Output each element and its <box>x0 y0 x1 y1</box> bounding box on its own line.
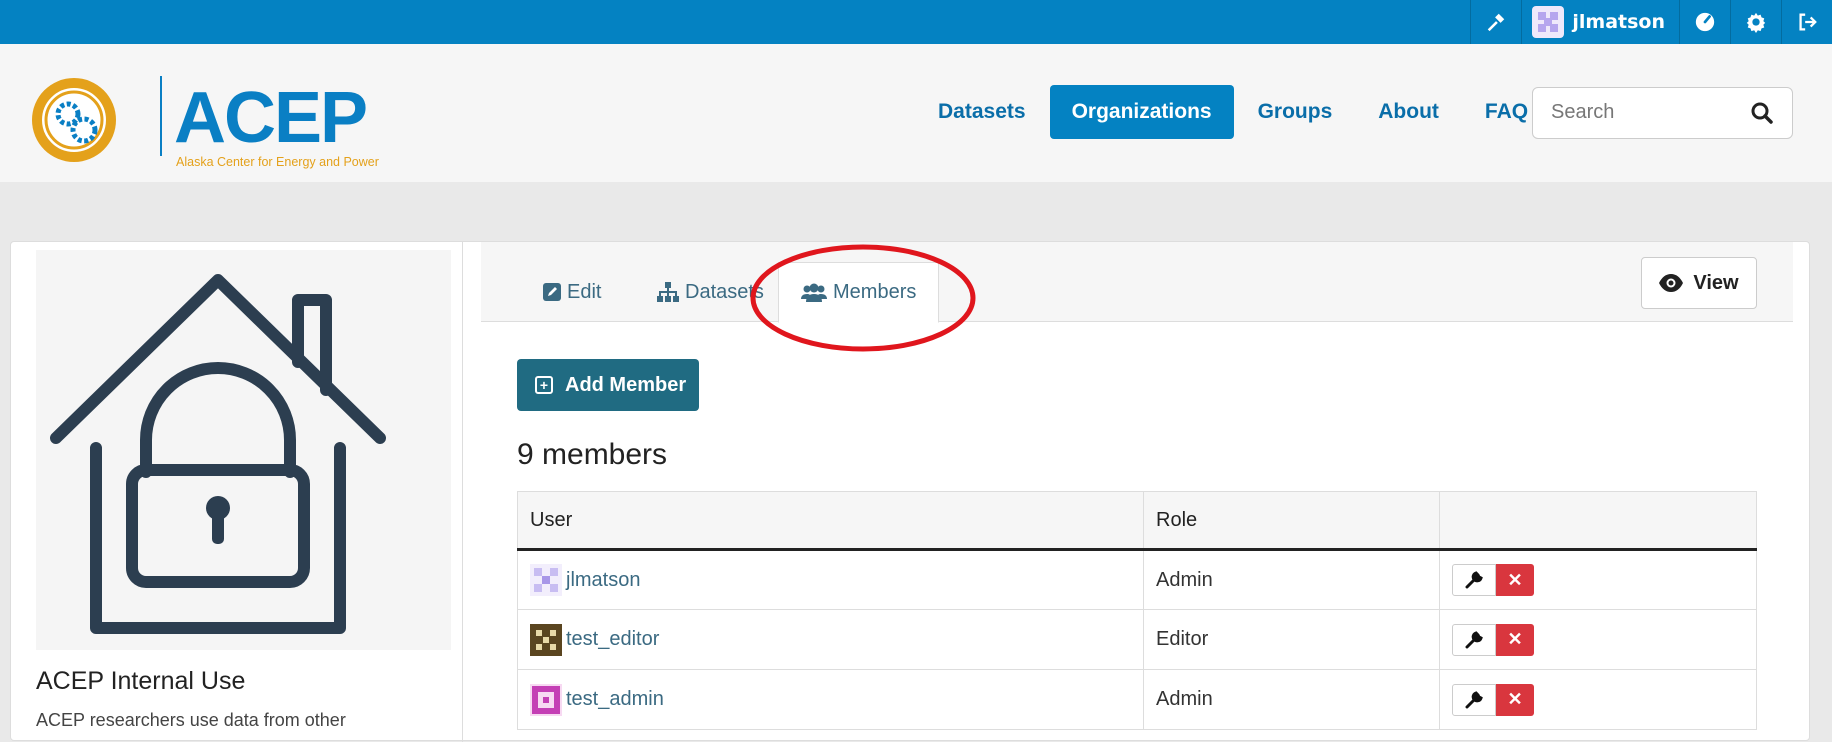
edit-icon <box>543 283 561 301</box>
logo-divider <box>160 76 162 156</box>
main-nav: Datasets Organizations Groups About FAQ <box>916 85 1550 139</box>
hammer-icon <box>1488 13 1505 32</box>
user-avatar <box>1532 6 1565 38</box>
role-cell: Editor <box>1143 609 1440 670</box>
add-member-label: Add Member <box>565 373 687 396</box>
settings-link[interactable] <box>1730 0 1781 44</box>
logout-link[interactable] <box>1781 0 1832 44</box>
add-member-button[interactable]: + Add Member <box>517 359 699 411</box>
dashboard-icon <box>1695 12 1715 32</box>
eye-icon <box>1659 274 1684 292</box>
close-icon: ✕ <box>1507 569 1523 590</box>
tab-datasets[interactable]: Datasets <box>635 262 786 322</box>
site-logo[interactable]: ACEP Alaska Center for Energy and Power <box>28 68 379 169</box>
content-card: ACEP Internal Use ACEP researchers use d… <box>10 241 1810 742</box>
view-button-label: View <box>1693 271 1739 294</box>
org-title: ACEP Internal Use <box>36 667 246 695</box>
nav-about[interactable]: About <box>1356 85 1461 139</box>
edit-member-button[interactable] <box>1452 564 1496 596</box>
view-button[interactable]: View <box>1641 257 1757 309</box>
column-header-actions <box>1439 491 1757 551</box>
user-cell: test_admin <box>517 669 1144 730</box>
close-icon: ✕ <box>1507 629 1523 649</box>
delete-member-button[interactable]: ✕ <box>1496 683 1534 716</box>
user-cell: test_editor <box>517 609 1144 670</box>
wrench-icon <box>1465 630 1483 648</box>
tab-datasets-label: Datasets <box>685 280 764 303</box>
edit-member-button[interactable] <box>1452 683 1496 716</box>
column-header-user: User <box>517 491 1144 551</box>
sitemap-icon <box>657 282 679 302</box>
gear-icon <box>1746 12 1766 33</box>
account-menu: jlmatson <box>1470 0 1832 44</box>
user-avatar <box>530 683 562 716</box>
logo-wordmark: ACEP <box>174 78 368 158</box>
user-avatar <box>530 564 562 596</box>
logout-icon <box>1799 13 1817 31</box>
user-avatar <box>530 623 562 656</box>
tab-edit[interactable]: Edit <box>521 262 623 322</box>
masthead: ACEP Alaska Center for Energy and Power … <box>0 44 1832 182</box>
logo-subtitle: Alaska Center for Energy and Power <box>176 155 379 169</box>
table-header-row: User Role <box>517 491 1757 551</box>
search-icon[interactable] <box>1750 101 1774 125</box>
org-sidebar: ACEP Internal Use ACEP researchers use d… <box>11 242 463 742</box>
org-description: ACEP researchers use data from other <box>36 710 346 730</box>
search-input[interactable] <box>1549 88 1749 136</box>
members-count-heading: 9 members <box>517 438 668 471</box>
user-link[interactable]: jlmatson <box>566 569 640 592</box>
user-cell: jlmatson <box>517 549 1144 610</box>
plus-square-icon: + <box>535 376 553 394</box>
role-cell: Admin <box>1143 669 1440 730</box>
delete-member-button[interactable]: ✕ <box>1496 564 1534 596</box>
user-link[interactable]: test_admin <box>566 688 664 711</box>
search-box <box>1532 87 1793 139</box>
table-row: test_admin Admin ✕ <box>517 669 1757 730</box>
nav-organizations[interactable]: Organizations <box>1049 85 1234 139</box>
acep-sun-gear-logo-icon <box>32 78 116 162</box>
org-image <box>36 250 451 650</box>
wrench-icon <box>1465 690 1483 708</box>
house-lock-icon <box>50 274 386 634</box>
table-row: test_editor Editor ✕ <box>517 609 1757 670</box>
page-tabs: Edit Datasets Members View <box>481 242 1793 323</box>
actions-cell: ✕ <box>1439 609 1757 670</box>
edit-member-button[interactable] <box>1452 623 1496 656</box>
primary-content: Edit Datasets Members View + Add Member … <box>481 242 1801 742</box>
close-icon: ✕ <box>1507 689 1523 709</box>
members-table: User Role jlmatson Admin ✕ test_editor E… <box>517 491 1757 730</box>
table-row: jlmatson Admin ✕ <box>517 549 1757 610</box>
tab-members[interactable]: Members <box>778 262 940 323</box>
nav-groups[interactable]: Groups <box>1236 85 1355 139</box>
user-link[interactable]: test_editor <box>566 628 659 651</box>
tab-members-label: Members <box>833 281 917 303</box>
tab-edit-label: Edit <box>567 280 602 303</box>
user-profile-link[interactable]: jlmatson <box>1521 0 1679 44</box>
delete-member-button[interactable]: ✕ <box>1496 623 1534 656</box>
actions-cell: ✕ <box>1439 669 1757 730</box>
sysadmin-link[interactable] <box>1470 0 1521 44</box>
username: jlmatson <box>1572 11 1665 33</box>
column-header-role: Role <box>1143 491 1440 551</box>
users-icon <box>801 283 827 302</box>
nav-datasets[interactable]: Datasets <box>916 85 1048 139</box>
account-bar: jlmatson <box>0 0 1832 44</box>
dashboard-link[interactable] <box>1679 0 1730 44</box>
actions-cell: ✕ <box>1439 549 1757 610</box>
wrench-icon <box>1465 571 1483 589</box>
role-cell: Admin <box>1143 549 1440 610</box>
